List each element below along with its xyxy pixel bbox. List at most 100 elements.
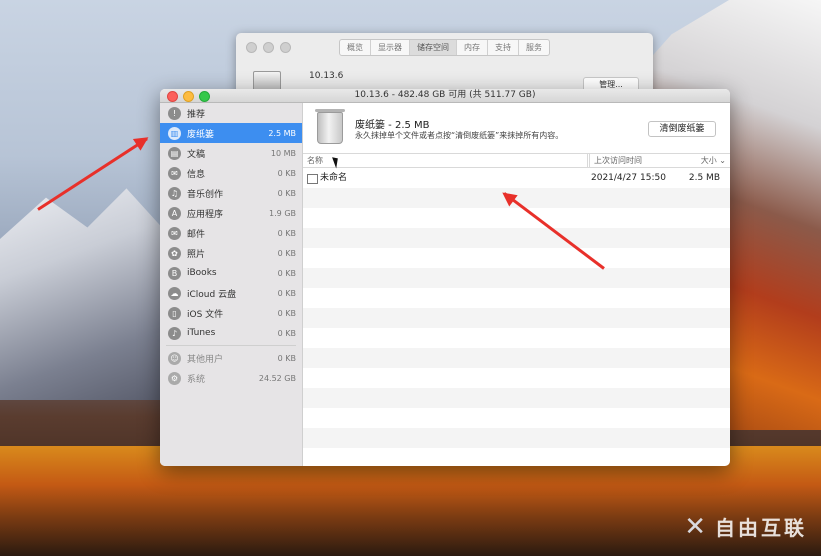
music-creation-icon: ♫ <box>168 186 181 200</box>
document-icon: ▤ <box>168 146 181 160</box>
main-content: 废纸篓 - 2.5 MB 永久抹掉单个文件或者点按“清倒废纸篓”来抹掉所有内容。… <box>303 103 730 466</box>
minimize-button[interactable] <box>183 91 194 102</box>
sidebar-item-label: 文稿 <box>187 149 206 160</box>
sidebar-item-label: iOS 文件 <box>187 309 224 320</box>
sidebar-item-label: 系统 <box>187 374 206 385</box>
sidebar-item-label: iBooks <box>187 268 217 278</box>
sidebar-item[interactable]: ▥ 废纸篓 2.5 MB <box>160 123 302 143</box>
sidebar-item-label: 信息 <box>187 169 206 180</box>
sidebar-item[interactable]: ♪ iTunes 0 KB <box>160 323 302 343</box>
system-icon: ⚙ <box>168 371 181 385</box>
empty-row <box>303 388 730 408</box>
sidebar-item[interactable]: ⚙ 系统 24.52 GB <box>160 368 302 388</box>
sidebar-item-label: iTunes <box>187 328 216 338</box>
file-size: 2.5 MB <box>688 173 720 183</box>
bg-tab[interactable]: 服务 <box>519 40 549 55</box>
sidebar-item-size: 10 MB <box>270 148 296 158</box>
category-title: 废纸篓 - 2.5 MB <box>355 120 430 131</box>
recommend-icon: ! <box>168 106 181 120</box>
sidebar-item[interactable]: ☺ 其他用户 0 KB <box>160 348 302 368</box>
empty-row <box>303 368 730 388</box>
sidebar-item-size: 0 KB <box>277 353 296 363</box>
sidebar-item-size: 2.5 MB <box>268 128 296 138</box>
category-description: 永久抹掉单个文件或者点按“清倒废纸篓”来抹掉所有内容。 <box>355 131 564 140</box>
bg-tab[interactable]: 内存 <box>457 40 488 55</box>
title-bar: 10.13.6 - 482.48 GB 可用 (共 511.77 GB) <box>160 89 730 103</box>
sidebar-item-label: 照片 <box>187 249 206 260</box>
empty-row <box>303 308 730 328</box>
empty-row <box>303 208 730 228</box>
empty-row <box>303 428 730 448</box>
bg-tab[interactable]: 储存空间 <box>410 40 457 55</box>
window-title: 10.13.6 - 482.48 GB 可用 (共 511.77 GB) <box>354 90 536 100</box>
close-button[interactable] <box>167 91 178 102</box>
icloud-icon: ☁ <box>168 286 181 300</box>
zoom-button[interactable] <box>199 91 210 102</box>
sidebar-item[interactable]: ▤ 文稿 10 MB <box>160 143 302 163</box>
sidebar-item[interactable]: ☁ iCloud 云盘 0 KB <box>160 283 302 303</box>
messages-icon: ✉ <box>168 166 181 180</box>
sidebar-item-size: 0 KB <box>277 268 296 278</box>
empty-row <box>303 328 730 348</box>
table-row[interactable]: 未命名 2021/4/27 15:50 2.5 MB <box>303 168 730 188</box>
storage-management-window: 10.13.6 - 482.48 GB 可用 (共 511.77 GB) ! 推荐… <box>160 89 730 466</box>
bg-window-traffic-lights <box>246 42 291 53</box>
table-header: 名称 上次访问时间 大小 ⌄ <box>303 153 730 168</box>
sidebar-item-size: 0 KB <box>277 188 296 198</box>
bg-window-tabs: 概览 显示器 储存空间 内存 支持 服务 <box>339 39 550 56</box>
sidebar-item-size: 0 KB <box>277 308 296 318</box>
bg-tab[interactable]: 概览 <box>340 40 371 55</box>
sidebar-item[interactable]: A 应用程序 1.9 GB <box>160 203 302 223</box>
sidebar-item-label: 其他用户 <box>187 354 224 365</box>
sidebar-item-label: iCloud 云盘 <box>187 289 237 300</box>
trash-icon: ▥ <box>168 126 181 140</box>
empty-row <box>303 348 730 368</box>
sidebar-item-size: 0 KB <box>277 328 296 338</box>
ibooks-icon: B <box>168 266 181 280</box>
other-users-icon: ☺ <box>168 351 181 365</box>
file-date: 2021/4/27 15:50 <box>591 173 666 183</box>
bg-tab[interactable]: 支持 <box>488 40 519 55</box>
empty-row <box>303 408 730 428</box>
column-name-header[interactable]: 名称 <box>307 154 323 167</box>
sidebar-item-size: 24.52 GB <box>258 373 296 383</box>
empty-row <box>303 288 730 308</box>
itunes-icon: ♪ <box>168 326 181 340</box>
bg-tab[interactable]: 显示器 <box>371 40 410 55</box>
sidebar-item-size: 0 KB <box>277 228 296 238</box>
sidebar-separator <box>166 345 296 346</box>
sidebar-item[interactable]: ▯ iOS 文件 0 KB <box>160 303 302 323</box>
trash-large-icon <box>315 109 345 144</box>
bg-version-label: 10.13.6 <box>309 71 344 81</box>
traffic-lights <box>167 91 210 102</box>
column-date-header[interactable]: 上次访问时间 <box>589 154 642 167</box>
sidebar-item[interactable]: ✉ 邮件 0 KB <box>160 223 302 243</box>
sidebar-item-size: 0 KB <box>277 288 296 298</box>
empty-row <box>303 248 730 268</box>
empty-trash-button[interactable]: 清倒废纸篓 <box>648 121 716 137</box>
sidebar-item-size: 1.9 GB <box>269 208 296 218</box>
photos-icon: ✿ <box>168 246 181 260</box>
sidebar-item[interactable]: ✉ 信息 0 KB <box>160 163 302 183</box>
empty-row <box>303 448 730 466</box>
sidebar-item-label: 废纸篓 <box>187 129 215 140</box>
sidebar: ! 推荐 ▥ 废纸篓 2.5 MB ▤ 文稿 10 MB ✉ 信息 0 KB ♫ 音乐创作 0 KB A 应用… <box>160 103 303 466</box>
file-list: 未命名 2021/4/27 15:50 2.5 MB <box>303 168 730 466</box>
sidebar-item[interactable]: ✿ 照片 0 KB <box>160 243 302 263</box>
applications-icon: A <box>168 206 181 220</box>
sidebar-item[interactable]: BiBooks 0 KB <box>160 263 302 283</box>
sidebar-item[interactable]: ! 推荐 <box>160 103 302 123</box>
column-size-header[interactable]: 大小 ⌄ <box>701 154 726 167</box>
file-name: 未命名 <box>320 173 348 183</box>
mail-icon: ✉ <box>168 226 181 240</box>
sidebar-item-label: 音乐创作 <box>187 189 224 200</box>
sidebar-item-label: 应用程序 <box>187 209 224 220</box>
sidebar-item[interactable]: ♫ 音乐创作 0 KB <box>160 183 302 203</box>
sidebar-item-size: 0 KB <box>277 168 296 178</box>
empty-row <box>303 228 730 248</box>
file-icon <box>307 174 318 184</box>
disk-icon <box>253 71 281 91</box>
sidebar-item-label: 邮件 <box>187 229 206 240</box>
watermark: ✕ 自由互联 <box>684 512 807 542</box>
category-header: 废纸篓 - 2.5 MB 永久抹掉单个文件或者点按“清倒废纸篓”来抹掉所有内容。… <box>303 103 730 153</box>
